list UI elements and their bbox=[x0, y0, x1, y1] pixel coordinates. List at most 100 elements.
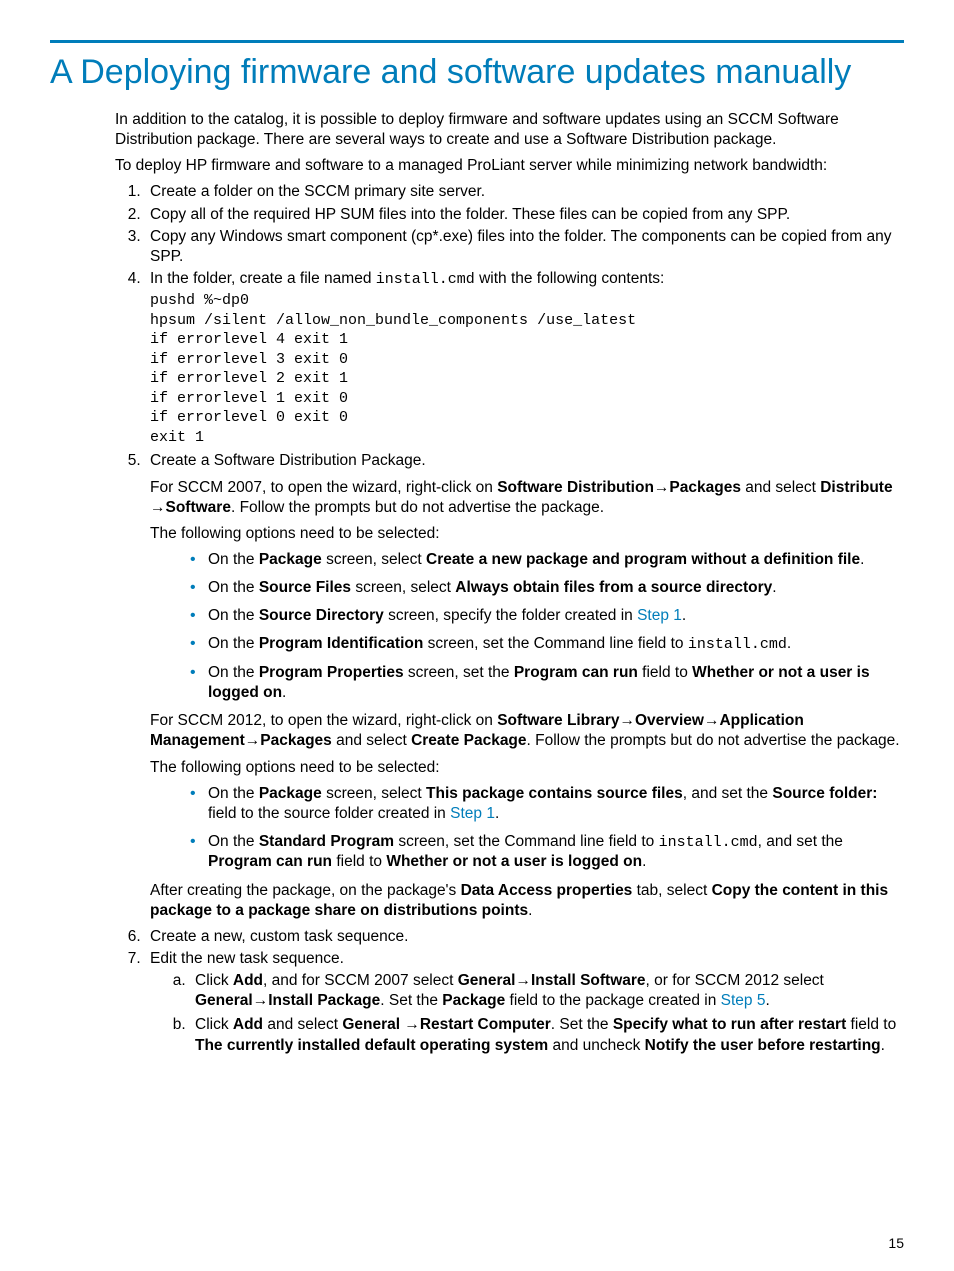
step-7-substeps: Click Add, and for SCCM 2007 select Gene… bbox=[150, 971, 904, 1056]
t: and uncheck bbox=[548, 1037, 645, 1054]
t: Program can run bbox=[514, 664, 638, 681]
arrow-icon: → bbox=[654, 479, 670, 496]
t: On the bbox=[208, 607, 259, 624]
t: General bbox=[195, 992, 253, 1009]
t: and select bbox=[263, 1016, 342, 1033]
t: Program can run bbox=[208, 853, 332, 870]
t: . bbox=[772, 579, 776, 596]
t: tab, select bbox=[632, 882, 711, 899]
t: Source Directory bbox=[259, 607, 384, 624]
options-lead-2: The following options need to be selecte… bbox=[150, 758, 904, 778]
step-1-link[interactable]: Step 1 bbox=[637, 607, 682, 624]
t: Source folder: bbox=[772, 785, 877, 802]
step-1-link[interactable]: Step 1 bbox=[450, 805, 495, 822]
t: screen, select bbox=[322, 551, 426, 568]
t: . Follow the prompts but do not advertis… bbox=[527, 732, 900, 749]
step-5-head: Create a Software Distribution Package. bbox=[150, 452, 426, 469]
t: screen, specify the folder created in bbox=[384, 607, 637, 624]
t: Always obtain files from a source direct… bbox=[455, 579, 772, 596]
t: Program Identification bbox=[259, 635, 424, 652]
t: Packages bbox=[260, 732, 332, 749]
step-5-link[interactable]: Step 5 bbox=[721, 992, 766, 1009]
step-4: In the folder, create a file named insta… bbox=[145, 269, 904, 448]
step-3: Copy any Windows smart component (cp*.ex… bbox=[145, 227, 904, 267]
step-7-text: Edit the new task sequence. bbox=[150, 950, 344, 967]
t: screen, set the Command line field to bbox=[394, 833, 659, 850]
t: field to bbox=[846, 1016, 896, 1033]
t: screen, set the Command line field to bbox=[423, 635, 688, 652]
t: Package bbox=[442, 992, 505, 1009]
t: field to the source folder created in bbox=[208, 805, 450, 822]
t: , and for SCCM 2007 select bbox=[263, 972, 458, 989]
t: For SCCM 2007, to open the wizard, right… bbox=[150, 479, 497, 496]
t: field to bbox=[332, 853, 386, 870]
list-item: On the Source Directory screen, specify … bbox=[190, 606, 904, 626]
t: Packages bbox=[669, 479, 741, 496]
arrow-icon: → bbox=[253, 992, 269, 1009]
t: . bbox=[642, 853, 646, 870]
t: On the bbox=[208, 785, 259, 802]
page-title: A Deploying firmware and software update… bbox=[50, 53, 904, 92]
t: . bbox=[495, 805, 499, 822]
arrow-icon: → bbox=[404, 1016, 420, 1033]
arrow-icon: → bbox=[245, 732, 261, 749]
t: . Follow the prompts but do not advertis… bbox=[231, 499, 604, 516]
t: screen, select bbox=[351, 579, 455, 596]
t: field to bbox=[638, 664, 692, 681]
page-number: 15 bbox=[888, 1235, 904, 1251]
step-4-text-b: with the following contents: bbox=[475, 270, 665, 287]
t: This package contains source files bbox=[426, 785, 683, 802]
t: Add bbox=[233, 972, 263, 989]
t: For SCCM 2012, to open the wizard, right… bbox=[150, 712, 497, 729]
t: , and set the bbox=[683, 785, 773, 802]
step-7b: Click Add and select General →Restart Co… bbox=[190, 1015, 904, 1055]
step-1: Create a folder on the SCCM primary site… bbox=[145, 182, 904, 202]
t: . Set the bbox=[380, 992, 442, 1009]
t: After creating the package, on the packa… bbox=[150, 882, 461, 899]
t: Create Package bbox=[411, 732, 526, 749]
sccm-2012-options: On the Package screen, select This packa… bbox=[150, 784, 904, 873]
t: . bbox=[682, 607, 686, 624]
intro-paragraph-1: In addition to the catalog, it is possib… bbox=[115, 110, 904, 150]
step-7a: Click Add, and for SCCM 2007 select Gene… bbox=[190, 971, 904, 1011]
t: Software Distribution bbox=[497, 479, 654, 496]
after-creating: After creating the package, on the packa… bbox=[150, 881, 904, 921]
t: Click bbox=[195, 972, 233, 989]
install-cmd-filename: install.cmd bbox=[376, 271, 475, 288]
t: . bbox=[528, 902, 532, 919]
sccm-2012-intro: For SCCM 2012, to open the wizard, right… bbox=[150, 711, 904, 751]
t: Software Library bbox=[497, 712, 619, 729]
t: . Set the bbox=[551, 1016, 613, 1033]
top-rule bbox=[50, 40, 904, 43]
t: Specify what to run after restart bbox=[613, 1016, 846, 1033]
t: screen, select bbox=[322, 785, 426, 802]
content-body: In addition to the catalog, it is possib… bbox=[115, 110, 904, 1056]
t: , and set the bbox=[758, 833, 843, 850]
t: field to the package created in bbox=[505, 992, 720, 1009]
t: , or for SCCM 2012 select bbox=[646, 972, 824, 989]
t: . bbox=[787, 635, 791, 652]
t: . bbox=[282, 684, 286, 701]
t: Whether or not a user is logged on bbox=[386, 853, 642, 870]
t: On the bbox=[208, 664, 259, 681]
sccm-2007-intro: For SCCM 2007, to open the wizard, right… bbox=[150, 478, 904, 518]
page: A Deploying firmware and software update… bbox=[0, 0, 954, 1271]
t: Overview bbox=[635, 712, 704, 729]
t: General bbox=[342, 1016, 404, 1033]
step-4-text-a: In the folder, create a file named bbox=[150, 270, 376, 287]
list-item: On the Standard Program screen, set the … bbox=[190, 832, 904, 873]
list-item: On the Program Properties screen, set th… bbox=[190, 663, 904, 703]
intro-paragraph-2: To deploy HP firmware and software to a … bbox=[115, 156, 904, 176]
t: Package bbox=[259, 785, 322, 802]
t: screen, set the bbox=[404, 664, 514, 681]
t: . bbox=[860, 551, 864, 568]
t: Install Package bbox=[268, 992, 380, 1009]
t: Click bbox=[195, 1016, 233, 1033]
options-lead: The following options need to be selecte… bbox=[150, 524, 904, 544]
t: On the bbox=[208, 551, 259, 568]
ordered-steps: Create a folder on the SCCM primary site… bbox=[115, 182, 904, 1055]
t: Install Software bbox=[531, 972, 646, 989]
step-5: Create a Software Distribution Package. … bbox=[145, 451, 904, 920]
t: install.cmd bbox=[659, 834, 758, 851]
step-5-body: For SCCM 2007, to open the wizard, right… bbox=[150, 478, 904, 921]
